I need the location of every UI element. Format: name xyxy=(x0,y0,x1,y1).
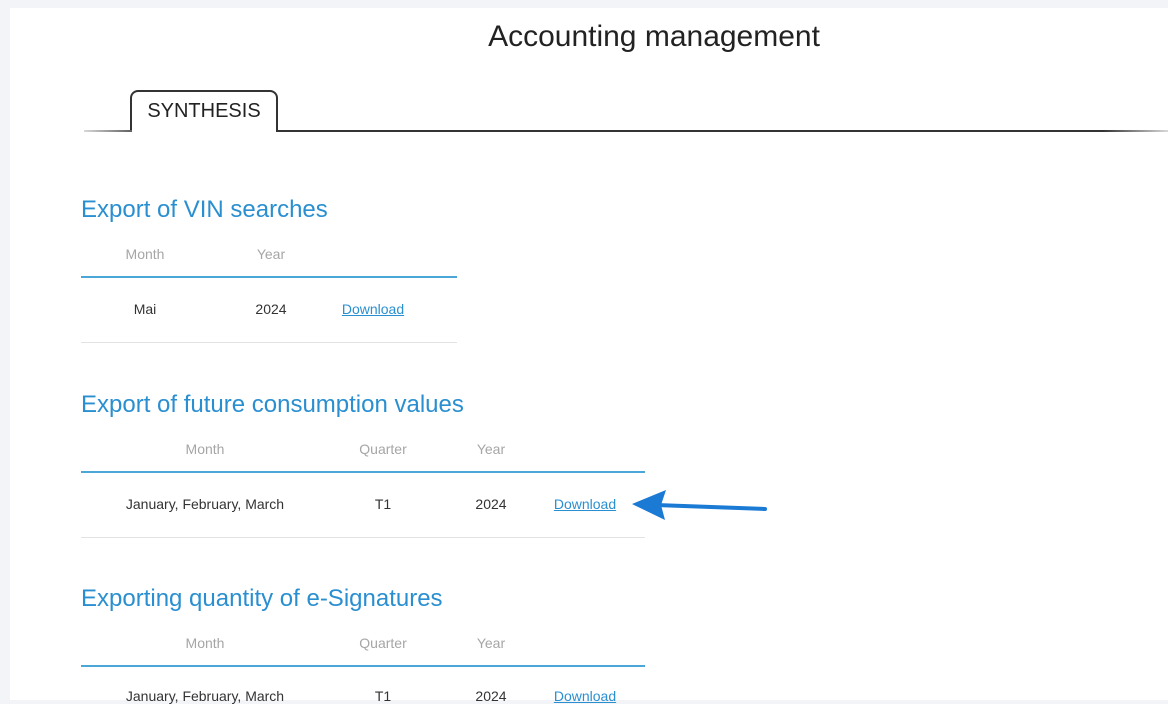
column-header-quarter: Quarter xyxy=(359,635,407,651)
cell-year: 2024 xyxy=(475,688,507,704)
column-header-month: Month xyxy=(125,246,165,262)
table-row-divider xyxy=(81,537,645,538)
tab-synthesis[interactable]: SYNTHESIS xyxy=(130,90,278,133)
cell-quarter: T1 xyxy=(374,688,392,704)
cell-quarter: T1 xyxy=(374,496,392,512)
cell-year: 2024 xyxy=(255,301,287,317)
column-header-year: Year xyxy=(476,635,506,651)
arrow-left-icon xyxy=(632,490,767,520)
section-title-future-consumption: Export of future consumption values xyxy=(81,391,464,418)
vin-searches-table: Month Year Mai 2024 Download xyxy=(81,244,457,344)
column-header-quarter: Quarter xyxy=(359,441,407,457)
download-link-e-signatures[interactable]: Download xyxy=(554,688,616,704)
column-header-year: Year xyxy=(256,246,286,262)
column-header-year: Year xyxy=(476,441,506,457)
page-title: Accounting management xyxy=(488,20,820,53)
table-row-divider xyxy=(81,342,457,343)
column-header-month: Month xyxy=(185,635,225,651)
main-panel: Accounting management SYNTHESIS Export o… xyxy=(10,8,1168,704)
column-header-month: Month xyxy=(185,441,225,457)
table-header-divider xyxy=(81,665,645,667)
cell-month: January, February, March xyxy=(125,688,285,704)
future-consumption-table: Month Quarter Year January, February, Ma… xyxy=(81,439,645,539)
download-link-vin-searches[interactable]: Download xyxy=(342,301,404,317)
cell-month: January, February, March xyxy=(125,496,285,512)
section-title-e-signatures: Exporting quantity of e-Signatures xyxy=(81,585,443,612)
section-title-vin-searches: Export of VIN searches xyxy=(81,196,328,223)
table-header-divider xyxy=(81,276,457,278)
download-link-future-consumption[interactable]: Download xyxy=(554,496,616,512)
e-signatures-table: Month Quarter Year January, February, Ma… xyxy=(81,633,645,704)
table-header-divider xyxy=(81,471,645,473)
cell-year: 2024 xyxy=(475,496,507,512)
cell-month: Mai xyxy=(133,301,157,317)
